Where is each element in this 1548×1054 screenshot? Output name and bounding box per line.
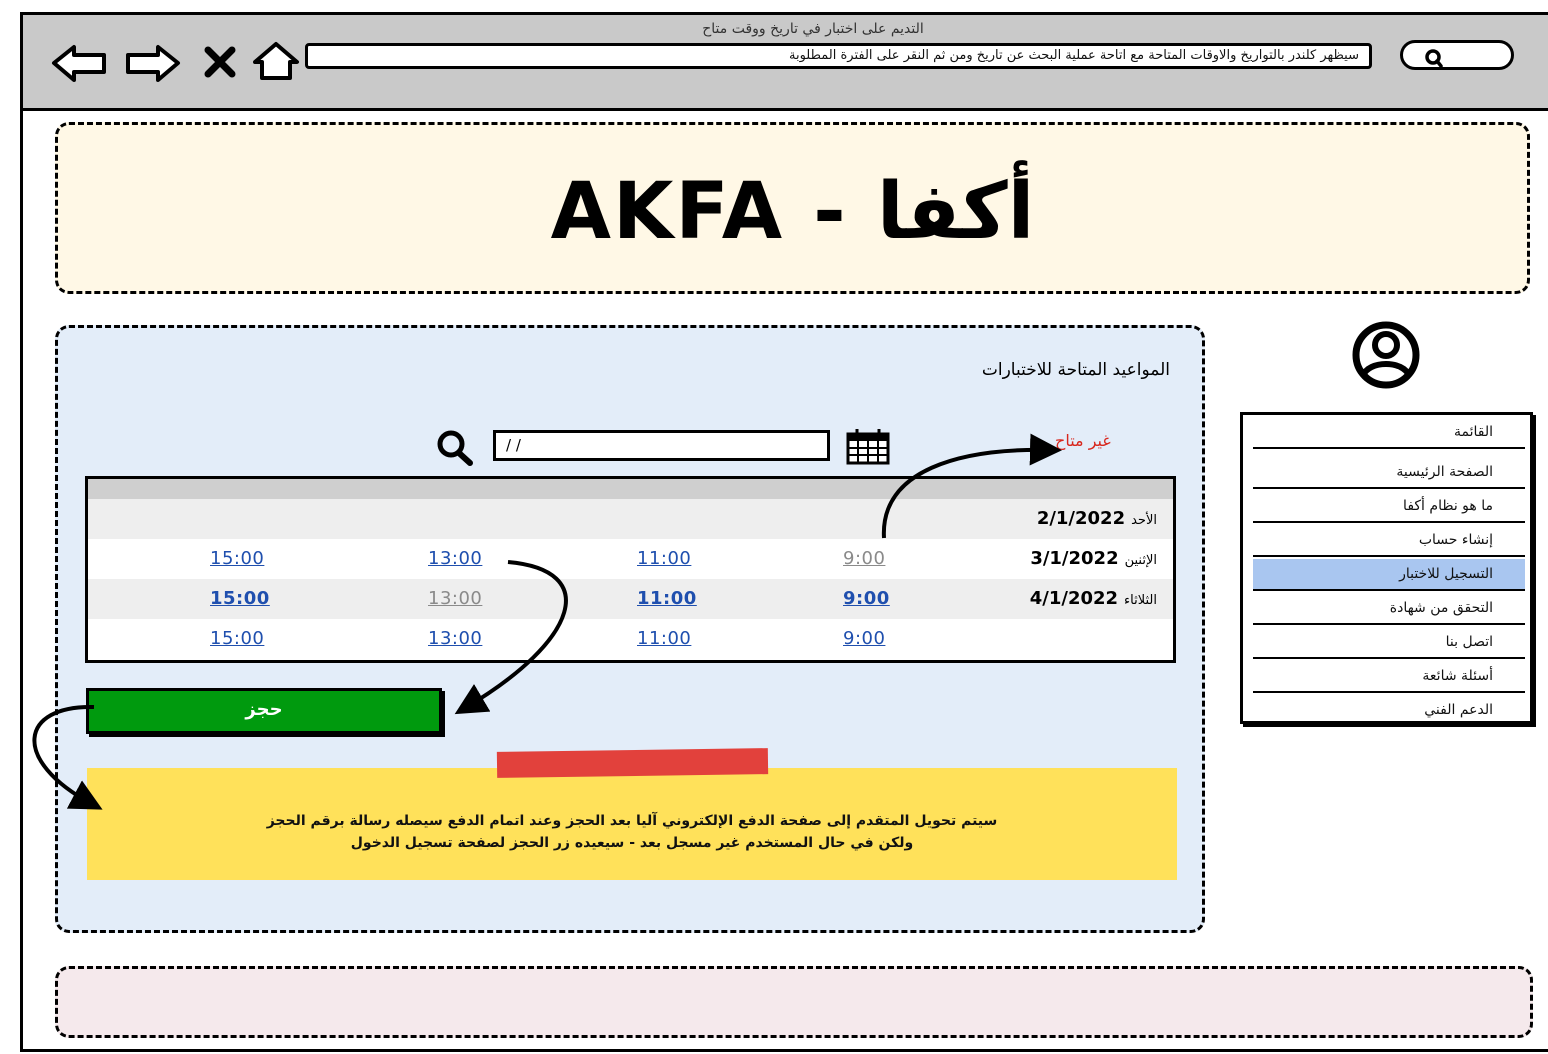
- time-slot-link[interactable]: 11:00: [637, 588, 697, 609]
- sidebar-item-about[interactable]: ما هو نظام أكفا: [1253, 491, 1525, 523]
- home-icon[interactable]: [250, 40, 302, 84]
- time-slot-link[interactable]: 13:00: [428, 628, 482, 649]
- sidebar-item-faq[interactable]: أسئلة شائعة: [1253, 661, 1525, 693]
- table-header: [88, 479, 1173, 499]
- booking-note: سيتم تحويل المتقدم إلى صفحة الدفع الإلكت…: [87, 768, 1177, 880]
- close-icon[interactable]: [200, 44, 240, 80]
- table-row: الإثنين3/1/2022 9:00 11:00 13:00 15:00: [88, 539, 1173, 579]
- schedule-date: الأحد2/1/2022: [1036, 508, 1157, 529]
- calendar-icon[interactable]: [845, 428, 893, 466]
- page-title: المواعيد المتاحة للاختبارات: [981, 360, 1170, 380]
- arrow-left-icon[interactable]: [50, 44, 110, 84]
- search-icon[interactable]: [432, 428, 480, 466]
- time-slot-link[interactable]: 9:00: [843, 548, 885, 569]
- schedule-date: الإثنين3/1/2022: [1030, 548, 1157, 569]
- time-slot-link[interactable]: 9:00: [843, 588, 890, 609]
- table-row: الثلاثاء4/1/2022 9:00 11:00 13:00 15:00: [88, 579, 1173, 619]
- time-slot-link[interactable]: 15:00: [210, 588, 270, 609]
- sidebar-item-contact[interactable]: اتصل بنا: [1253, 627, 1525, 659]
- time-slot-link[interactable]: 11:00: [637, 548, 691, 569]
- book-button[interactable]: حجز: [86, 688, 442, 734]
- header-section: AKFA - أكفا: [55, 122, 1530, 294]
- time-slot-link[interactable]: 13:00: [428, 548, 482, 569]
- schedule-table: الأحد2/1/2022 الإثنين3/1/2022 9:00 11:00…: [85, 476, 1176, 663]
- time-slot-link[interactable]: 15:00: [210, 548, 264, 569]
- time-slot-link[interactable]: 13:00: [428, 588, 482, 609]
- site-logo: AKFA - أكفا: [550, 167, 1035, 257]
- table-row: الأحد2/1/2022: [88, 499, 1173, 539]
- highlight-strip: [496, 748, 769, 778]
- schedule-date: الثلاثاء4/1/2022: [1029, 588, 1157, 609]
- footer-section: [55, 966, 1533, 1038]
- arrow-right-icon[interactable]: [122, 44, 182, 84]
- sidebar-item-create-account[interactable]: إنشاء حساب: [1253, 525, 1525, 557]
- unavailable-legend: غير متاح: [1055, 431, 1111, 450]
- search-icon: [1425, 49, 1443, 67]
- note-line: ولكن في حال المستخدم غير مسجل بعد - سيعي…: [350, 835, 914, 851]
- browser-search-field[interactable]: [1400, 40, 1514, 70]
- sidebar-item-exam-registration[interactable]: التسجيل للاختبار: [1253, 559, 1525, 591]
- date-search-input[interactable]: / /: [493, 430, 830, 461]
- sidebar-menu: القائمة الصفحة الرئيسية ما هو نظام أكفا …: [1240, 412, 1533, 724]
- time-slot-link[interactable]: 9:00: [843, 628, 885, 649]
- time-slot-link[interactable]: 15:00: [210, 628, 264, 649]
- sidebar-item-verify-certificate[interactable]: التحقق من شهادة: [1253, 593, 1525, 625]
- url-bar[interactable]: سيظهر كلندر بالتواريخ والاوقات المتاحة م…: [305, 43, 1372, 69]
- table-row: 9:00 11:00 13:00 15:00: [88, 619, 1173, 659]
- window-title: التديم على اختبار في تاريخ ووقت متاح: [702, 21, 924, 37]
- sidebar-menu-title: القائمة: [1253, 417, 1525, 449]
- note-line: سيتم تحويل المتقدم إلى صفحة الدفع الإلكت…: [266, 813, 998, 829]
- sidebar-item-support[interactable]: الدعم الفني: [1253, 695, 1525, 727]
- sidebar-item-home[interactable]: الصفحة الرئيسية: [1253, 457, 1525, 489]
- user-avatar-icon[interactable]: [1336, 320, 1436, 390]
- time-slot-link[interactable]: 11:00: [637, 628, 691, 649]
